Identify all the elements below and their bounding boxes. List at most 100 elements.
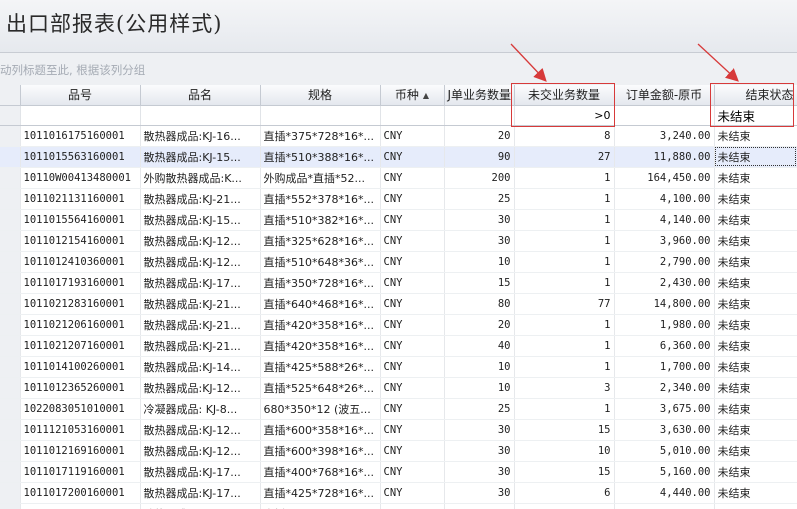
- cell-order-qty[interactable]: 30: [444, 461, 515, 483]
- cell-currency[interactable]: CNY: [380, 482, 445, 504]
- cell-name[interactable]: 散热器成品:KJ-12...: [140, 440, 261, 462]
- cell-name[interactable]: 散热器成品:KJ-12...: [140, 377, 261, 399]
- cell-order-qty[interactable]: 30: [444, 419, 515, 441]
- cell-amount[interactable]: 3,675.00: [614, 398, 715, 420]
- row-header[interactable]: [0, 251, 21, 273]
- cell-name[interactable]: 散热器成品:KJ-17...: [140, 461, 261, 483]
- cell-order-qty[interactable]: 90: [444, 146, 515, 168]
- cell-open-qty[interactable]: [514, 503, 615, 509]
- cell-code[interactable]: 1011021283160001: [20, 293, 141, 315]
- cell-order-qty[interactable]: 10: [444, 377, 515, 399]
- cell-amount[interactable]: 1,700.00: [614, 356, 715, 378]
- table-row[interactable]: 1011017193160001 散热器成品:KJ-17... 直插*350*728…: [0, 272, 797, 294]
- cell-open-qty[interactable]: 1: [514, 356, 615, 378]
- cell-status[interactable]: 未结束: [714, 251, 797, 273]
- cell-spec[interactable]: 直插*425*728*16*...: [260, 482, 381, 504]
- cell-open-qty[interactable]: 6: [514, 482, 615, 504]
- cell-amount[interactable]: 1,980.00: [614, 314, 715, 336]
- cell-order-qty[interactable]: 30: [444, 209, 515, 231]
- cell-currency[interactable]: CNY: [380, 293, 445, 315]
- cell-currency[interactable]: CNY: [380, 272, 445, 294]
- cell-name[interactable]: 散热器成品:KJ-12...: [140, 230, 261, 252]
- table-row[interactable]: 1011121053160001 散热器成品:KJ-12... 直插*600*358…: [0, 419, 797, 441]
- cell-open-qty[interactable]: 1: [514, 272, 615, 294]
- table-row[interactable]: 1011012169160001 散热器成品:KJ-12... 直插*600*398…: [0, 440, 797, 462]
- cell-status[interactable]: 未结束: [714, 188, 797, 210]
- cell-currency[interactable]: CNY: [380, 125, 445, 147]
- column-header-order-qty[interactable]: J单业务数量: [444, 85, 515, 106]
- cell-status[interactable]: 未结束: [714, 125, 797, 147]
- cell-amount[interactable]: [614, 503, 715, 509]
- cell-order-qty[interactable]: 25: [444, 398, 515, 420]
- cell-amount[interactable]: 2,340.00: [614, 377, 715, 399]
- column-header-amount[interactable]: 订单金额-原币: [614, 85, 715, 106]
- cell-amount[interactable]: 14,800.00: [614, 293, 715, 315]
- cell-amount[interactable]: 5,010.00: [614, 440, 715, 462]
- filter-cell-name[interactable]: [140, 105, 261, 126]
- cell-currency[interactable]: CNY: [380, 167, 445, 189]
- column-header-name[interactable]: 品名: [140, 85, 261, 106]
- cell-status[interactable]: 未结束: [714, 440, 797, 462]
- row-header[interactable]: [0, 461, 21, 483]
- cell-name[interactable]: 散热器成品:KJ-21...: [140, 314, 261, 336]
- cell-status[interactable]: [714, 503, 797, 509]
- cell-status[interactable]: 未结束: [714, 209, 797, 231]
- cell-status[interactable]: 未结束: [714, 230, 797, 252]
- cell-status[interactable]: 未结束: [714, 461, 797, 483]
- cell-code[interactable]: 1011017119160001: [20, 461, 141, 483]
- cell-code[interactable]: 1011021206160001: [20, 314, 141, 336]
- cell-currency[interactable]: CNY: [380, 146, 445, 168]
- cell-name[interactable]: 散热器成品:KJ-17...: [140, 272, 261, 294]
- cell-amount[interactable]: 4,100.00: [614, 188, 715, 210]
- cell-code[interactable]: 1011021207160001: [20, 335, 141, 357]
- cell-open-qty[interactable]: 15: [514, 461, 615, 483]
- table-row[interactable]: 1011021206160001 散热器成品:KJ-21... 直插*420*358…: [0, 314, 797, 336]
- cell-code[interactable]: 1022083051010001: [20, 398, 141, 420]
- cell-spec[interactable]: 直插*350*728*16*...: [260, 272, 381, 294]
- row-header[interactable]: [0, 314, 21, 336]
- filter-cell-code[interactable]: [20, 105, 141, 126]
- cell-currency[interactable]: CNY: [380, 356, 445, 378]
- table-row[interactable]: 1011021131160001 散热器成品:KJ-21... 直插*552*378…: [0, 188, 797, 210]
- cell-spec[interactable]: 直插*600*398*16*...: [260, 440, 381, 462]
- cell-name[interactable]: 散热器成品:KJ-12...: [140, 251, 261, 273]
- cell-order-qty[interactable]: 200: [444, 167, 515, 189]
- row-header[interactable]: [0, 167, 21, 189]
- cell-status[interactable]: 未结束: [714, 314, 797, 336]
- cell-open-qty[interactable]: 1: [514, 398, 615, 420]
- cell-spec[interactable]: 直插*510*382*16*...: [260, 209, 381, 231]
- cell-name[interactable]: 散热器成品...: [140, 503, 261, 509]
- cell-currency[interactable]: CNY: [380, 230, 445, 252]
- cell-spec[interactable]: 外购成品*直插*52...: [260, 167, 381, 189]
- cell-open-qty[interactable]: 1: [514, 188, 615, 210]
- cell-amount[interactable]: 6,360.00: [614, 335, 715, 357]
- column-header-status[interactable]: 结束状态: [714, 85, 797, 106]
- cell-currency[interactable]: CNY: [380, 461, 445, 483]
- table-row[interactable]: 1022083051010001 冷凝器成品: KJ-8... 680*350*12…: [0, 398, 797, 420]
- cell-spec[interactable]: 直插*510*388*16*...: [260, 146, 381, 168]
- filter-cell-open-qty[interactable]: >0: [514, 105, 615, 126]
- table-row[interactable]: 1011017200160001 散热器成品:KJ-17... 直插*425*728…: [0, 482, 797, 504]
- cell-open-qty[interactable]: 3: [514, 377, 615, 399]
- cell-amount[interactable]: 164,450.00: [614, 167, 715, 189]
- cell-spec[interactable]: 直插*510*648*36*...: [260, 251, 381, 273]
- cell-name[interactable]: 散热器成品:KJ-21...: [140, 293, 261, 315]
- cell-currency[interactable]: CNY: [380, 209, 445, 231]
- row-header[interactable]: [0, 209, 21, 231]
- table-row[interactable]: 1011015564160001 散热器成品:KJ-15... 直插*510*382…: [0, 209, 797, 231]
- cell-open-qty[interactable]: 1: [514, 230, 615, 252]
- cell-currency[interactable]: [380, 503, 445, 509]
- cell-order-qty[interactable]: [444, 503, 515, 509]
- table-row[interactable]: 1011015563160001 散热器成品:KJ-15... 直插*510*388…: [0, 146, 797, 168]
- cell-name[interactable]: 外购散热器成品:K...: [140, 167, 261, 189]
- cell-name[interactable]: 散热器成品:KJ-15...: [140, 209, 261, 231]
- cell-order-qty[interactable]: 20: [444, 314, 515, 336]
- cell-open-qty[interactable]: 15: [514, 419, 615, 441]
- cell-code[interactable]: 1011121053160001: [20, 419, 141, 441]
- row-header[interactable]: [0, 377, 21, 399]
- cell-order-qty[interactable]: 15: [444, 272, 515, 294]
- cell-order-qty[interactable]: 80: [444, 293, 515, 315]
- cell-name[interactable]: 散热器成品:KJ-12...: [140, 419, 261, 441]
- cell-currency[interactable]: CNY: [380, 419, 445, 441]
- cell-code[interactable]: 1011017193160001: [20, 272, 141, 294]
